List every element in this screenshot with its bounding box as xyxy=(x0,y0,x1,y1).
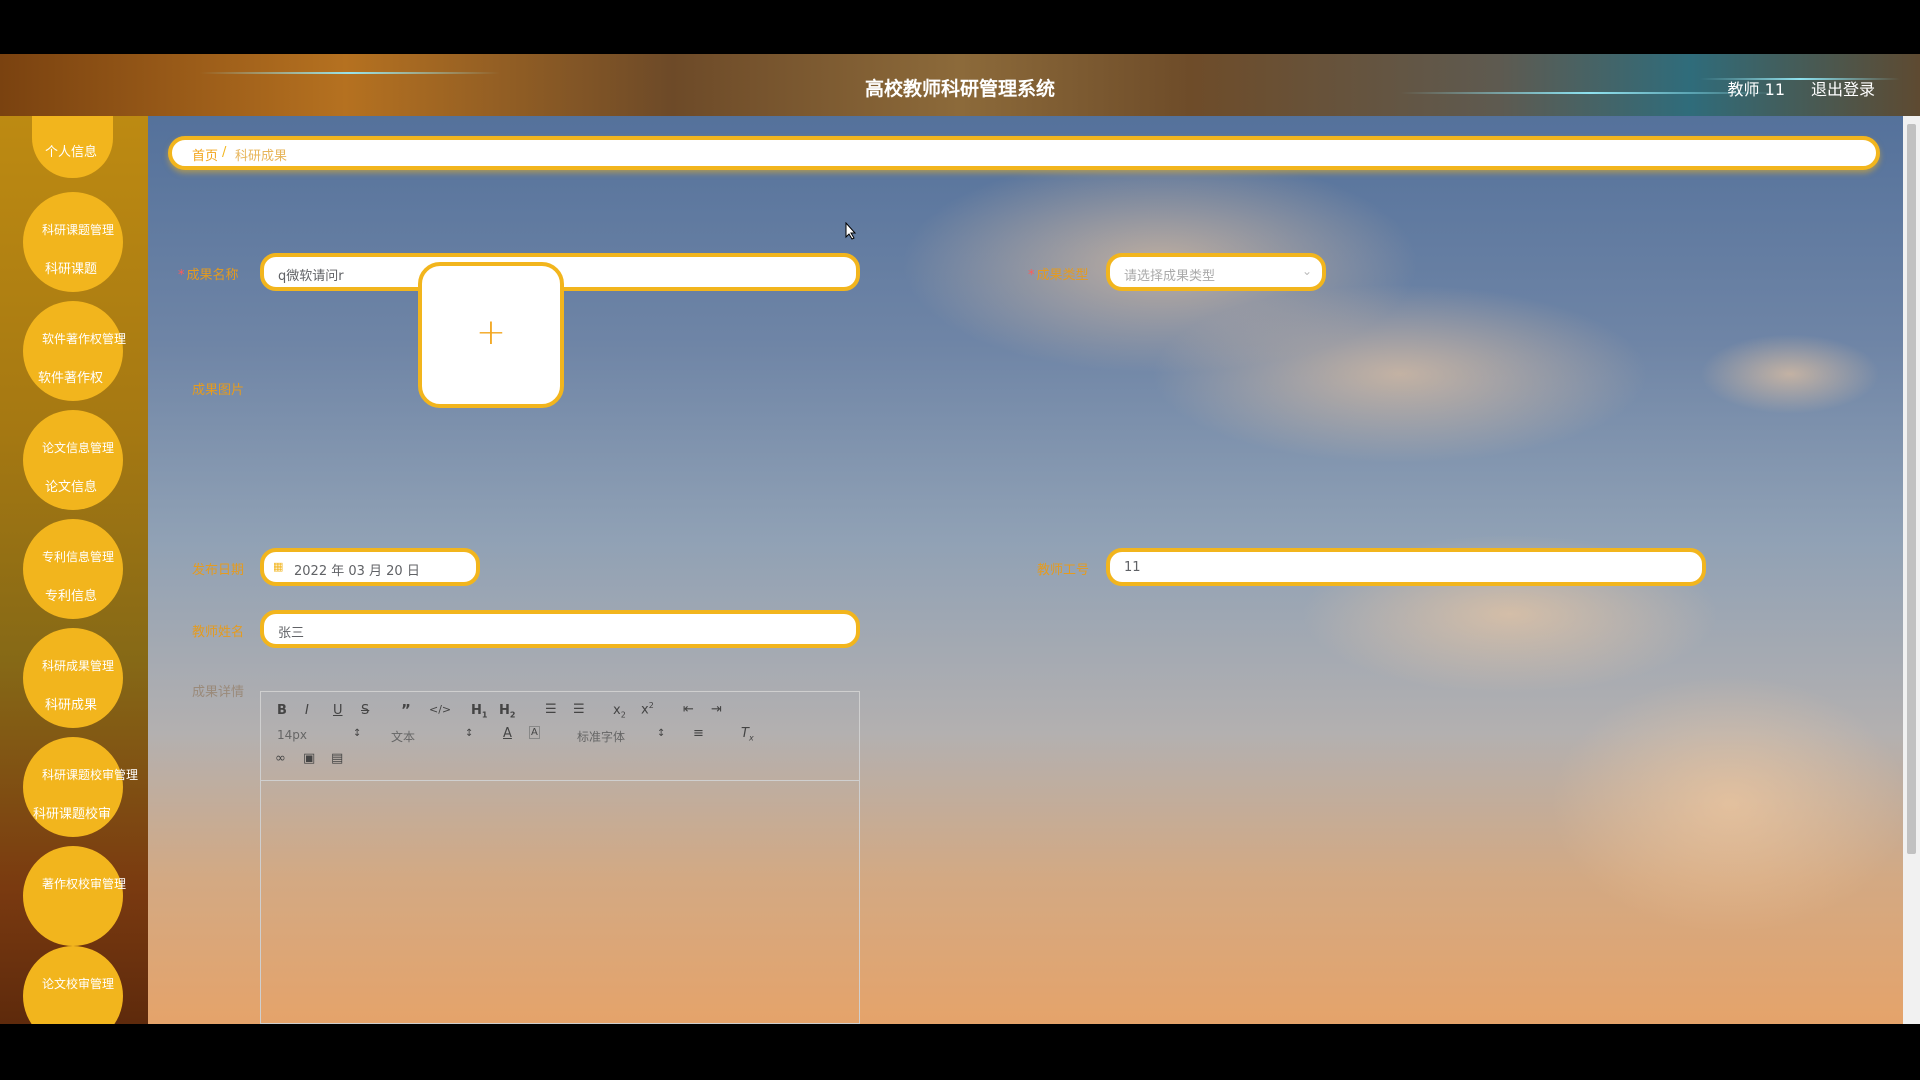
sidebar-group-label[interactable]: 科研课题校审管理 xyxy=(42,766,138,783)
publish-date-value: 2022 年 03 月 20 日 xyxy=(294,564,420,579)
achievement-type-label: * 成果类型 xyxy=(1028,268,1089,283)
logout-link[interactable]: 退出登录 xyxy=(1811,76,1875,100)
scrollbar-thumb[interactable] xyxy=(1907,124,1916,854)
header-select[interactable]: 文本 xyxy=(391,728,415,745)
ordered-list-icon[interactable]: ☰ xyxy=(545,702,557,717)
teacher-name-label: 教师姓名 xyxy=(192,625,245,640)
bullet-list-icon[interactable]: ☰ xyxy=(573,702,585,717)
publish-date-picker[interactable]: ▦ 2022 年 03 月 20 日 xyxy=(260,548,480,586)
chevron-down-icon: ⌄ xyxy=(1301,264,1312,278)
app-title: 高校教师科研管理系统 xyxy=(864,78,1055,100)
sidebar-item-topic-review[interactable]: 科研课题校审 xyxy=(33,803,111,822)
text-color-icon[interactable]: A xyxy=(503,726,512,741)
image-icon[interactable]: ▣ xyxy=(303,751,315,766)
teacher-id-input[interactable]: 11 xyxy=(1106,548,1706,586)
link-icon[interactable]: ∞ xyxy=(275,751,286,766)
app-window: 高校教师科研管理系统 教师 11 退出登录 个人信息 科研课题管理 科研课题 软… xyxy=(0,54,1920,1024)
sidebar-group-copyright-review[interactable] xyxy=(23,846,123,946)
bold-icon[interactable]: B xyxy=(277,703,287,718)
top-header: 高校教师科研管理系统 教师 11 退出登录 xyxy=(0,54,1920,116)
sidebar-group-software-copyright[interactable] xyxy=(23,301,123,401)
achievement-name-label: * 成果名称 xyxy=(178,268,239,283)
screen: 高校教师科研管理系统 教师 11 退出登录 个人信息 科研课题管理 科研课题 软… xyxy=(0,0,1920,1080)
sidebar-group-label[interactable]: 论文校审管理 xyxy=(42,975,114,992)
sidebar-group-label[interactable]: 著作权校审管理 xyxy=(42,875,126,892)
sidebar-item-patents[interactable]: 专利信息 xyxy=(45,585,97,604)
sidebar-item-papers[interactable]: 论文信息 xyxy=(45,476,97,495)
achievement-detail-label: 成果详情 xyxy=(192,685,245,700)
superscript-icon[interactable]: x2 xyxy=(641,701,654,717)
publish-date-label: 发布日期 xyxy=(192,563,245,578)
background-color-icon[interactable]: A xyxy=(529,726,540,739)
clear-format-icon[interactable]: Tx xyxy=(741,726,754,743)
sidebar-group-research-topics[interactable] xyxy=(23,192,123,292)
required-mark: * xyxy=(1028,268,1035,283)
sidebar-group-label[interactable]: 软件著作权管理 xyxy=(42,330,126,347)
indent-icon[interactable]: ⇥ xyxy=(711,702,722,717)
editor-toolbar: B I U S ” </> H1 H2 ☰ ☰ x2 x2 ⇤ ⇥ 14px ↕… xyxy=(261,692,859,781)
select-arrows-icon: ↕ xyxy=(657,728,666,739)
achievement-type-select[interactable]: 请选择成果类型 ⌄ xyxy=(1106,253,1326,291)
font-family-select[interactable]: 标准字体 xyxy=(577,728,625,745)
sidebar-group-label[interactable]: 科研成果管理 xyxy=(42,657,114,674)
video-icon[interactable]: ▤ xyxy=(331,751,343,766)
breadcrumb-separator: / xyxy=(222,145,227,160)
heading-2-icon[interactable]: H2 xyxy=(499,703,515,720)
strikethrough-icon[interactable]: S xyxy=(361,703,369,718)
subscript-icon[interactable]: x2 xyxy=(613,703,626,720)
calendar-icon: ▦ xyxy=(273,560,284,573)
sidebar-item-profile-label[interactable]: 个人信息 xyxy=(45,141,97,160)
underline-icon[interactable]: U xyxy=(333,703,343,718)
main-content: 首页 / 科研成果 * 成果名称 q微软请问r * 成果类型 请选择成果类型 ⌄ 成… xyxy=(148,116,1903,1024)
sidebar-group-topic-review[interactable] xyxy=(23,737,123,837)
select-arrows-icon: ↕ xyxy=(465,728,474,739)
outdent-icon[interactable]: ⇤ xyxy=(683,702,694,717)
sidebar-group-papers[interactable] xyxy=(23,410,123,510)
achievement-image-label: 成果图片 xyxy=(192,383,245,398)
sidebar-item-achievements[interactable]: 科研成果 xyxy=(45,694,97,713)
sidebar-group-label[interactable]: 论文信息管理 xyxy=(42,439,114,456)
sidebar-group-label[interactable]: 科研课题管理 xyxy=(42,221,114,238)
mouse-cursor-icon xyxy=(845,222,857,240)
page-scrollbar[interactable] xyxy=(1903,116,1920,1024)
sidebar-item-software-copyright[interactable]: 软件著作权 xyxy=(38,367,103,386)
required-mark: * xyxy=(178,268,185,283)
sidebar: 个人信息 科研课题管理 科研课题 软件著作权管理 软件著作权 论文信息管理 论文… xyxy=(0,116,148,1024)
code-block-icon[interactable]: </> xyxy=(429,703,451,716)
plus-icon: + xyxy=(475,312,507,353)
sidebar-group-patents[interactable] xyxy=(23,519,123,619)
breadcrumb: 首页 / 科研成果 xyxy=(168,136,1880,170)
align-icon[interactable]: ≡ xyxy=(693,726,704,741)
teacher-name-input[interactable]: 张三 xyxy=(260,610,860,648)
rich-text-editor: B I U S ” </> H1 H2 ☰ ☰ x2 x2 ⇤ ⇥ 14px ↕… xyxy=(260,691,860,1024)
current-user: 教师 11 xyxy=(1727,80,1785,99)
breadcrumb-current: 科研成果 xyxy=(235,149,288,164)
teacher-id-label: 教师工号 xyxy=(1037,563,1090,578)
image-upload-button[interactable]: + xyxy=(418,262,564,408)
sidebar-group-label[interactable]: 专利信息管理 xyxy=(42,548,114,565)
heading-1-icon[interactable]: H1 xyxy=(471,703,487,720)
breadcrumb-home[interactable]: 首页 xyxy=(192,145,218,164)
type-select-placeholder: 请选择成果类型 xyxy=(1124,269,1216,284)
sidebar-item-research-topics[interactable]: 科研课题 xyxy=(45,258,97,277)
italic-icon[interactable]: I xyxy=(305,703,309,718)
sidebar-group-achievements[interactable] xyxy=(23,628,123,728)
font-size-select[interactable]: 14px xyxy=(277,728,307,742)
blockquote-icon[interactable]: ” xyxy=(401,701,411,719)
select-arrows-icon: ↕ xyxy=(353,728,362,739)
